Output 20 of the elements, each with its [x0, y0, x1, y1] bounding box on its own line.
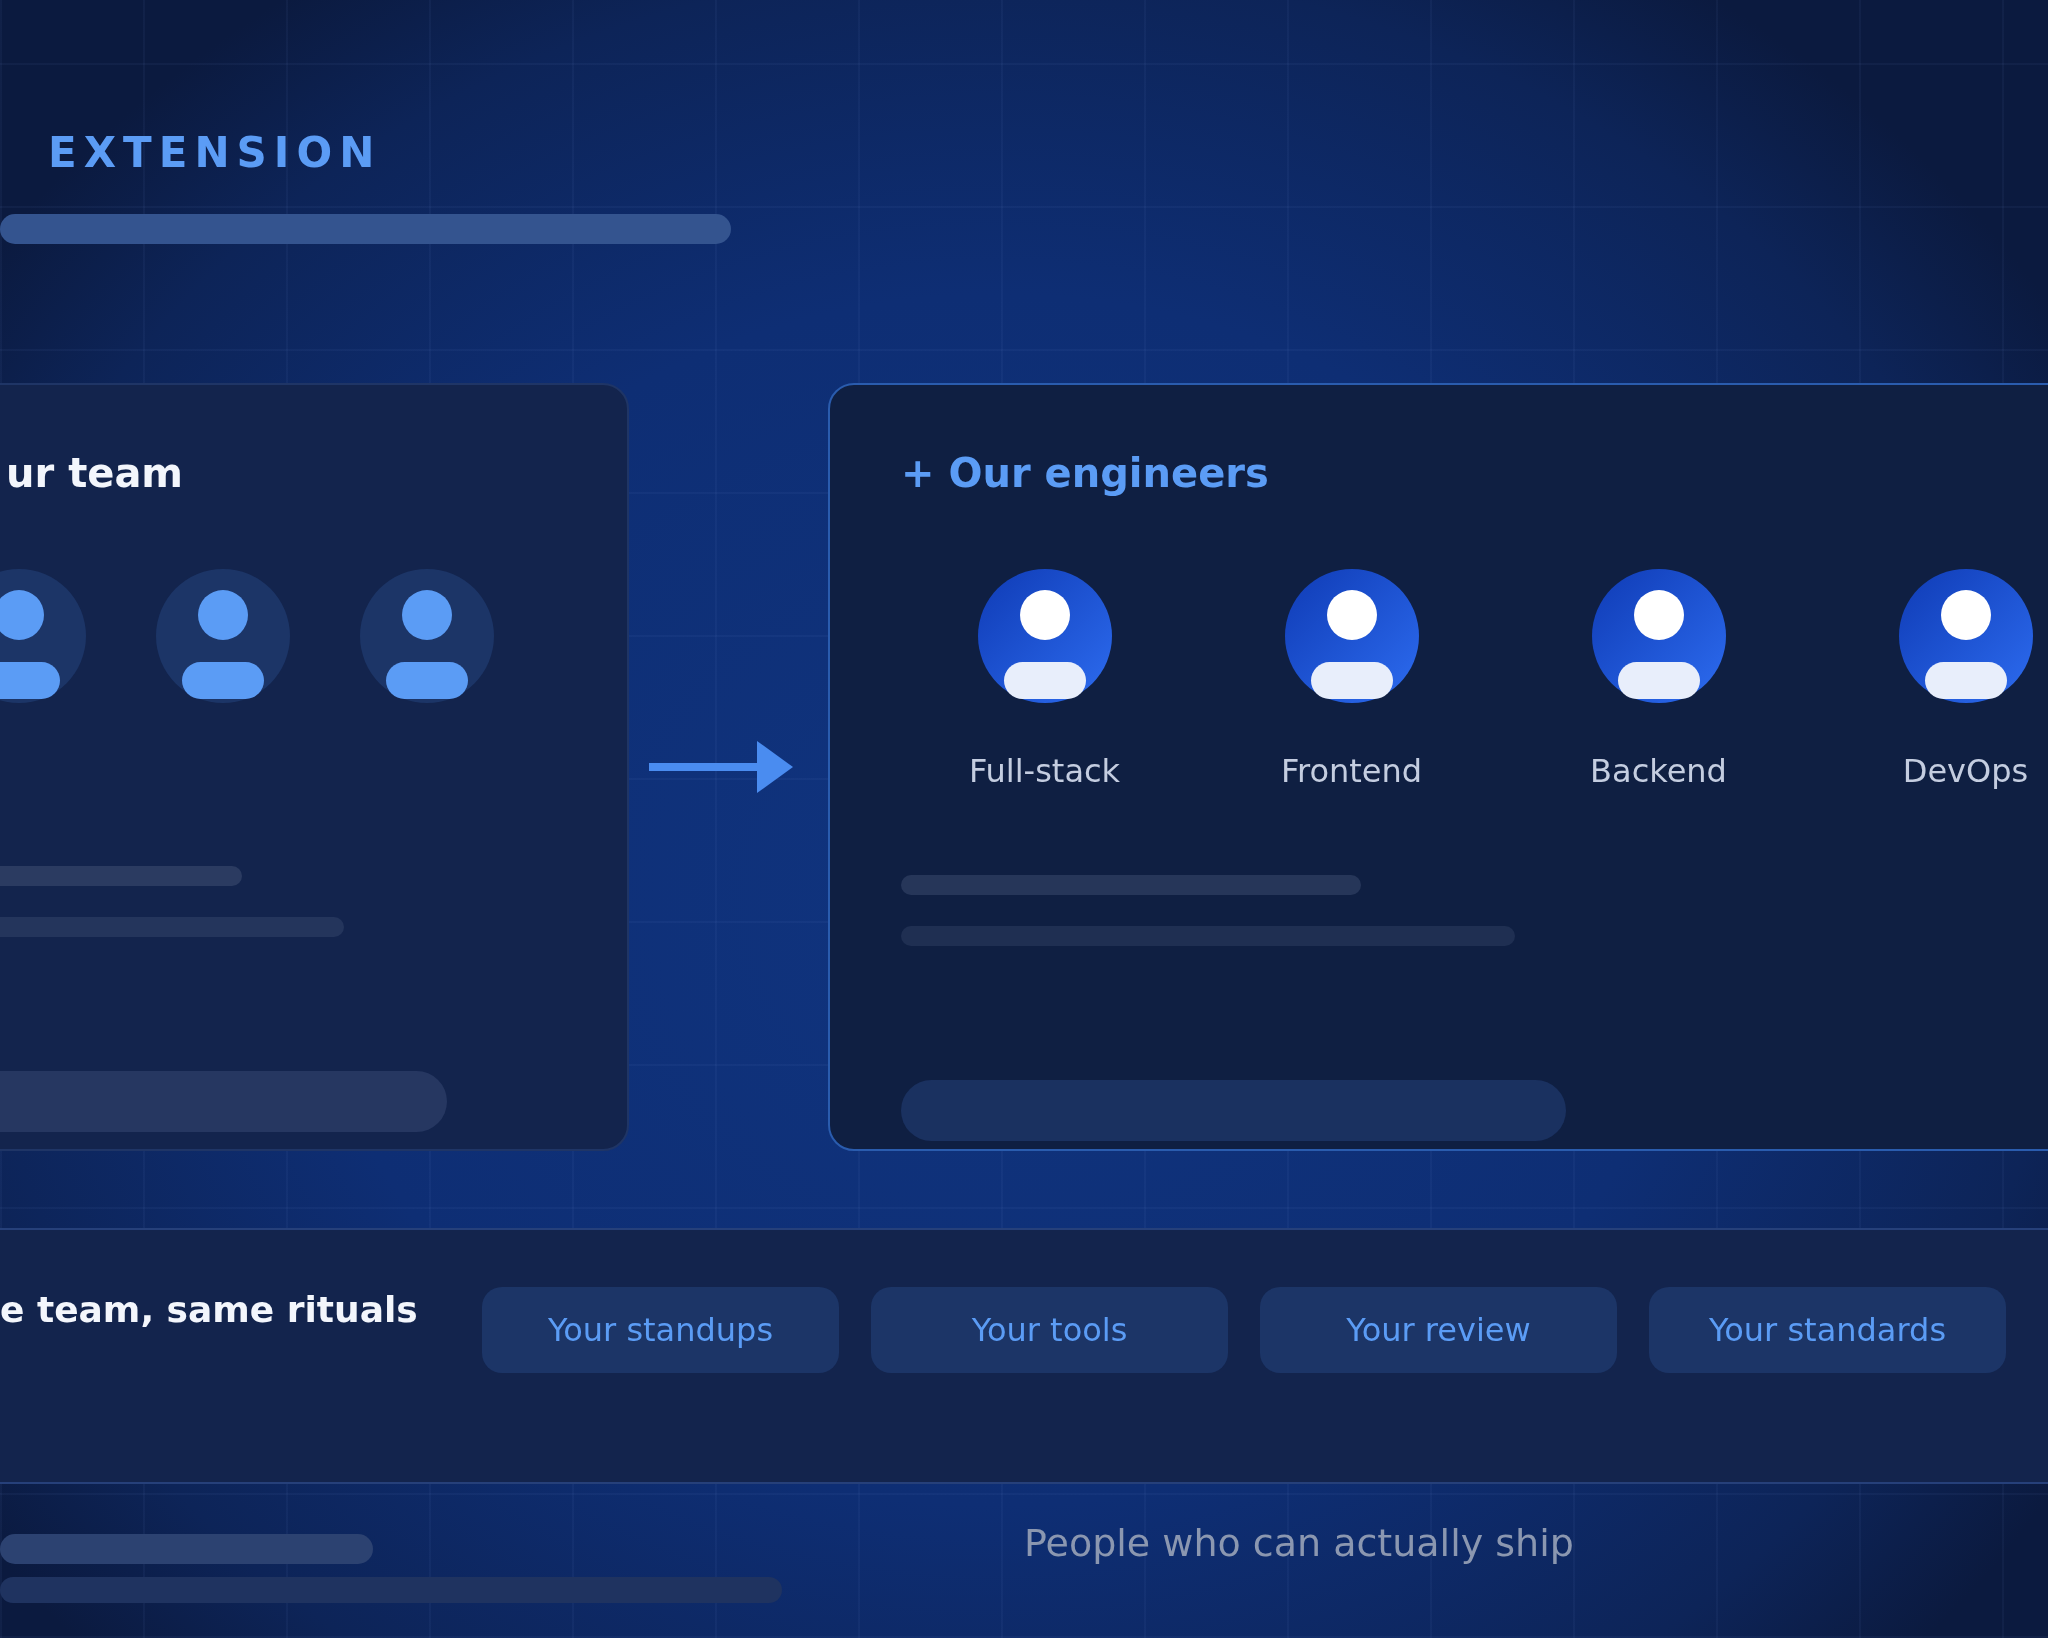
avatar-icon [1591, 569, 1726, 703]
avatar-icon [1898, 569, 2033, 703]
card-title: + Our engineers [901, 451, 1269, 495]
role-label: Backend [1590, 751, 1727, 791]
tagline: e team, same rituals [0, 1288, 419, 1332]
section-title: EXTENSION [48, 128, 382, 178]
avatar-icon [977, 569, 1112, 703]
feature-chip[interactable]: Your standups [482, 1287, 839, 1373]
feature-chip[interactable]: Your tools [871, 1287, 1228, 1373]
caption: People who can actually ship [1024, 1520, 1574, 1567]
role-label: DevOps [1902, 751, 2029, 791]
card-title: ur team [6, 451, 184, 495]
role-label: Frontend [1280, 751, 1423, 791]
feature-chip[interactable]: Your standards [1649, 1287, 2006, 1373]
feature-chip[interactable]: Your review [1260, 1287, 1617, 1373]
avatar-icon [1284, 569, 1419, 703]
avatar-icon [360, 569, 494, 703]
role-label: Full-stack [968, 751, 1121, 791]
arrow-icon [649, 741, 793, 793]
avatar-icon [156, 569, 290, 703]
